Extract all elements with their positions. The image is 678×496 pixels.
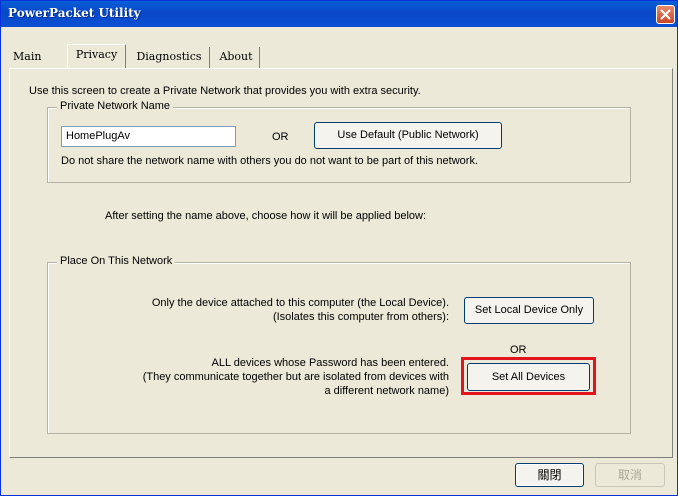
title-bar[interactable]: PowerPacket Utility	[1, 1, 677, 27]
group-legend: Place On This Network	[57, 255, 176, 267]
tab-main[interactable]: Main	[13, 47, 57, 68]
cancel-button[interactable]: 取消	[595, 463, 665, 487]
all-description-line3: a different network name)	[324, 385, 449, 397]
or-label: OR	[272, 131, 289, 143]
privacy-tab-panel: Use this screen to create a Private Netw…	[9, 68, 673, 458]
all-description-line1: ALL devices whose Password has been ente…	[211, 357, 449, 369]
group-legend: Private Network Name	[57, 100, 174, 112]
tab-diagnostics[interactable]: Diagnostics	[129, 47, 210, 68]
set-local-device-button[interactable]: Set Local Device Only	[464, 297, 594, 324]
or-label: OR	[510, 344, 527, 356]
close-button[interactable]: 關閉	[515, 463, 584, 487]
use-default-button[interactable]: Use Default (Public Network)	[314, 122, 502, 149]
local-description-line2: (Isolates this computer from others):	[272, 311, 449, 323]
place-on-network-group: Place On This Network Only the device at…	[47, 255, 631, 434]
window-title: PowerPacket Utility	[8, 6, 141, 20]
tab-about[interactable]: About	[213, 47, 260, 68]
after-setting-text: After setting the name above, choose how…	[105, 210, 427, 222]
tab-privacy[interactable]: Privacy	[67, 44, 126, 68]
set-all-devices-button[interactable]: Set All Devices	[467, 363, 590, 391]
local-description-line1: Only the device attached to this compute…	[151, 297, 449, 309]
network-name-input[interactable]: HomePlugAv	[61, 126, 236, 147]
utility-window: PowerPacket Utility Main Privacy Diagnos…	[0, 0, 678, 496]
all-description-line2: (They communicate together but are isola…	[142, 371, 449, 383]
window-close-button[interactable]	[656, 5, 675, 24]
close-icon	[660, 9, 671, 20]
private-network-name-group: Private Network Name HomePlugAv OR Use D…	[47, 100, 631, 183]
intro-text: Use this screen to create a Private Netw…	[29, 85, 421, 97]
network-name-note: Do not share the network name with other…	[61, 155, 479, 167]
